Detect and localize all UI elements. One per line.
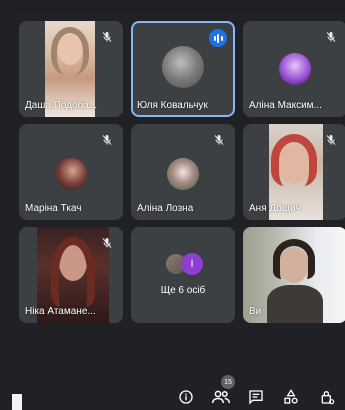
participant-avatar: [162, 46, 204, 88]
participant-avatar: [55, 158, 87, 190]
people-count-badge: 15: [221, 375, 235, 389]
mic-off-icon: [211, 132, 227, 148]
participant-tile-active[interactable]: Юля Ковальчук: [131, 21, 235, 117]
more-participants-avatars: I: [165, 253, 205, 275]
participant-tile[interactable]: Аліна Лозна: [131, 124, 235, 220]
meeting-grid: Даша Подоба... Юля Ковальчук Аліна Макси…: [12, 12, 345, 398]
info-icon[interactable]: [177, 388, 195, 406]
speaking-indicator-icon: [209, 29, 227, 47]
mic-off-icon: [99, 235, 115, 251]
activities-icon[interactable]: [282, 388, 300, 406]
participant-tile[interactable]: Аліна Максим...: [243, 21, 345, 117]
mic-off-icon: [99, 132, 115, 148]
participant-avatar: [279, 53, 311, 85]
self-view-tile[interactable]: Ви: [243, 227, 345, 323]
participant-name: Аліна Максим...: [249, 100, 322, 111]
meeting-toolbar: [0, 368, 345, 410]
more-participants-label: Ще 6 осіб: [160, 285, 206, 296]
participant-name: Маріна Ткач: [25, 203, 82, 214]
participant-avatar-initial: I: [181, 253, 203, 275]
participant-name: Ніка Атамане...: [25, 306, 96, 317]
participant-name: Юля Ковальчук: [137, 100, 208, 111]
participant-name: Ви: [249, 306, 262, 317]
participant-name: Аня Дощич: [249, 203, 301, 214]
mic-off-icon: [99, 29, 115, 45]
people-icon[interactable]: [212, 388, 230, 406]
mic-off-icon: [323, 132, 339, 148]
chat-icon[interactable]: [247, 388, 265, 406]
participant-tile[interactable]: Аня Дощич: [243, 124, 345, 220]
participant-tile[interactable]: Даша Подоба...: [19, 21, 123, 117]
participant-tile[interactable]: Маріна Ткач: [19, 124, 123, 220]
participant-tile[interactable]: Ніка Атамане...: [19, 227, 123, 323]
participant-name: Даша Подоба...: [25, 100, 98, 111]
window-edge: [12, 394, 22, 410]
host-controls-icon[interactable]: [318, 388, 336, 406]
more-participants-tile[interactable]: I Ще 6 осіб: [131, 227, 235, 323]
mic-off-icon: [323, 29, 339, 45]
participant-name: Аліна Лозна: [137, 203, 194, 214]
participant-avatar: [167, 158, 199, 190]
